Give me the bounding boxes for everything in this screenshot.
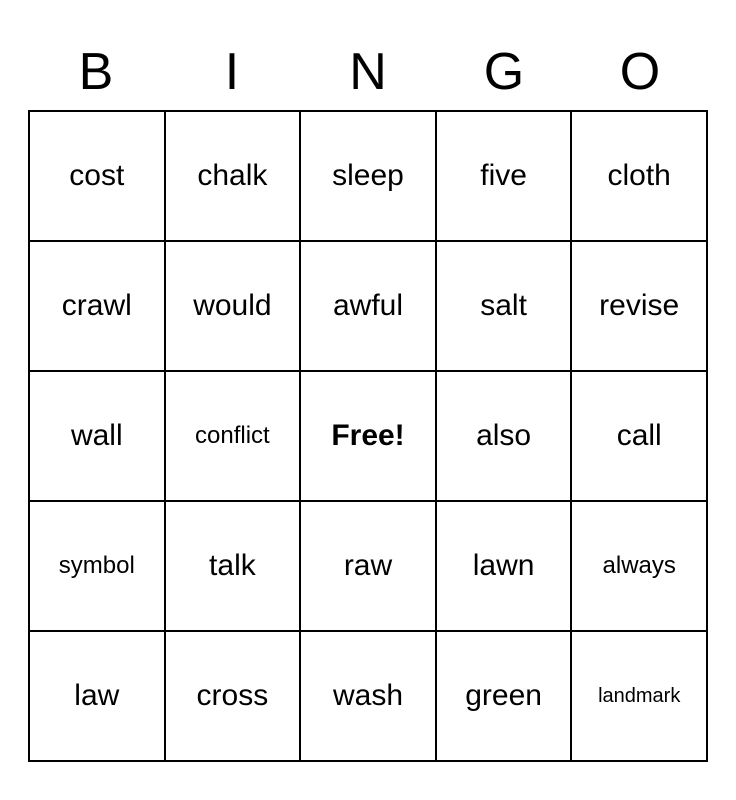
bingo-header: BINGO	[28, 38, 708, 106]
bingo-cell-1-3[interactable]: salt	[437, 242, 573, 372]
bingo-cell-4-3[interactable]: green	[437, 632, 573, 762]
bingo-card: BINGO costchalksleepfiveclothcrawlwoulda…	[28, 38, 708, 762]
bingo-cell-1-1[interactable]: would	[166, 242, 302, 372]
bingo-cell-1-4[interactable]: revise	[572, 242, 708, 372]
header-letter-i: I	[164, 38, 300, 106]
bingo-cell-1-0[interactable]: crawl	[30, 242, 166, 372]
bingo-cell-3-2[interactable]: raw	[301, 502, 437, 632]
bingo-cell-0-4[interactable]: cloth	[572, 112, 708, 242]
bingo-cell-3-1[interactable]: talk	[166, 502, 302, 632]
bingo-cell-4-2[interactable]: wash	[301, 632, 437, 762]
bingo-cell-0-0[interactable]: cost	[30, 112, 166, 242]
bingo-cell-1-2[interactable]: awful	[301, 242, 437, 372]
bingo-cell-2-2[interactable]: Free!	[301, 372, 437, 502]
bingo-cell-3-4[interactable]: always	[572, 502, 708, 632]
bingo-cell-2-3[interactable]: also	[437, 372, 573, 502]
bingo-grid: costchalksleepfivecloth crawlwouldawfulsa…	[28, 110, 708, 762]
bingo-cell-4-1[interactable]: cross	[166, 632, 302, 762]
header-letter-g: G	[436, 38, 572, 106]
bingo-cell-0-1[interactable]: chalk	[166, 112, 302, 242]
bingo-cell-2-0[interactable]: wall	[30, 372, 166, 502]
bingo-cell-3-3[interactable]: lawn	[437, 502, 573, 632]
header-letter-b: B	[28, 38, 164, 106]
bingo-cell-0-2[interactable]: sleep	[301, 112, 437, 242]
bingo-cell-4-4[interactable]: landmark	[572, 632, 708, 762]
bingo-cell-4-0[interactable]: law	[30, 632, 166, 762]
header-letter-n: N	[300, 38, 436, 106]
header-letter-o: O	[572, 38, 708, 106]
bingo-cell-2-1[interactable]: conflict	[166, 372, 302, 502]
bingo-cell-0-3[interactable]: five	[437, 112, 573, 242]
bingo-cell-2-4[interactable]: call	[572, 372, 708, 502]
bingo-cell-3-0[interactable]: symbol	[30, 502, 166, 632]
